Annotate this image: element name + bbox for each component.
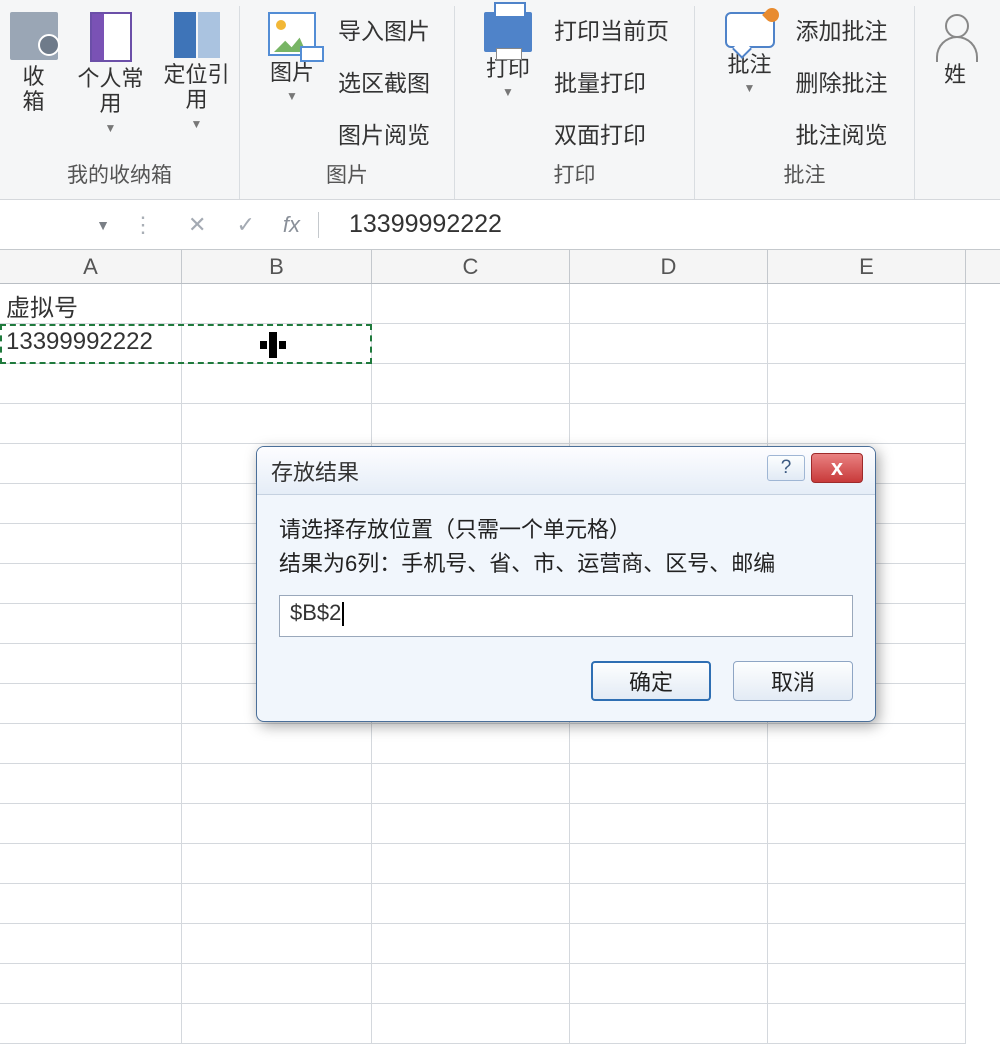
group-label: 图片 xyxy=(240,157,454,195)
formula-bar: ▼ ⋮ ✕ ✓ fx 13399992222 xyxy=(0,200,1000,250)
cell-C2[interactable] xyxy=(372,324,570,364)
name-box[interactable]: ▼ xyxy=(10,207,116,243)
view-comment[interactable]: 批注阅览 xyxy=(796,116,888,150)
print-batch[interactable]: 批量打印 xyxy=(554,64,669,98)
comment-button[interactable]: 批注 ▼ xyxy=(714,8,786,158)
dialog-title: 存放结果 xyxy=(271,455,359,487)
cancel-formula-icon[interactable]: ✕ xyxy=(188,212,206,238)
toolbox-button[interactable]: 收 箱 xyxy=(4,8,64,158)
toolbox-icon xyxy=(10,12,58,60)
cell-B1[interactable] xyxy=(182,284,372,324)
add-comment[interactable]: 添加批注 xyxy=(796,12,888,46)
comment-icon xyxy=(725,12,775,48)
name-button[interactable]: 姓 xyxy=(925,8,985,158)
dialog-text-2: 结果为6列：手机号、省、市、运营商、区号、邮编 xyxy=(279,547,853,581)
col-header-E[interactable]: E xyxy=(768,250,966,283)
print-button[interactable]: 打印 ▼ xyxy=(472,8,544,158)
dialog-close-button[interactable]: x xyxy=(811,453,863,483)
picture-button[interactable]: 图片 ▼ xyxy=(256,8,328,158)
cell-C1[interactable] xyxy=(372,284,570,324)
import-picture[interactable]: 导入图片 xyxy=(338,12,430,46)
cell-B2[interactable] xyxy=(182,324,372,364)
row-1: 虚拟号 xyxy=(0,284,1000,324)
cell-E1[interactable] xyxy=(768,284,966,324)
group-label: 我的收纳箱 xyxy=(0,157,239,195)
personal-button[interactable]: 个人常用 ▼ xyxy=(72,8,150,158)
group-label: 打印 xyxy=(455,157,694,195)
dialog-range-input[interactable]: $B$2 xyxy=(279,595,853,637)
dialog-text-1: 请选择存放位置（只需一个单元格） xyxy=(279,513,853,547)
fx-label[interactable]: fx xyxy=(283,212,319,238)
accept-formula-icon[interactable]: ✓ xyxy=(236,212,254,238)
row-2: 13399992222 xyxy=(0,324,1000,364)
col-header-D[interactable]: D xyxy=(570,250,768,283)
delete-comment[interactable]: 删除批注 xyxy=(796,64,888,98)
ribbon-group-print: 打印 ▼ 打印当前页 批量打印 双面打印 打印 xyxy=(455,6,695,199)
cell-A2[interactable]: 13399992222 xyxy=(0,324,182,364)
print-submenu: 打印当前页 批量打印 双面打印 xyxy=(552,8,677,158)
print-current[interactable]: 打印当前页 xyxy=(554,12,669,46)
notebook-icon xyxy=(90,12,132,62)
cell-A1[interactable]: 虚拟号 xyxy=(0,284,182,324)
comment-submenu: 添加批注 删除批注 批注阅览 xyxy=(794,8,896,158)
print-duplex[interactable]: 双面打印 xyxy=(554,116,669,150)
panes-icon xyxy=(174,12,220,58)
col-header-B[interactable]: B xyxy=(182,250,372,283)
formula-input[interactable]: 13399992222 xyxy=(329,210,1000,239)
ribbon-group-name: 姓 xyxy=(915,6,995,199)
person-icon xyxy=(932,12,978,58)
ribbon-group-picture: 图片 ▼ 导入图片 选区截图 图片阅览 图片 xyxy=(240,6,455,199)
separator: ⋮ xyxy=(126,212,160,238)
group-label: 批注 xyxy=(695,157,914,195)
view-picture[interactable]: 图片阅览 xyxy=(338,116,430,150)
chevron-down-icon: ▼ xyxy=(96,217,110,233)
column-headers: A B C D E xyxy=(0,250,1000,284)
result-location-dialog: 存放结果 ? x 请选择存放位置（只需一个单元格） 结果为6列：手机号、省、市、… xyxy=(256,446,876,722)
dialog-title-bar[interactable]: 存放结果 ? x xyxy=(257,447,875,495)
dialog-cancel-button[interactable]: 取消 xyxy=(733,661,853,701)
ribbon-group-favorites: 收 箱 个人常用 ▼ 定位引用 ▼ 我的收纳箱 xyxy=(0,6,240,199)
cell-D2[interactable] xyxy=(570,324,768,364)
dialog-ok-button[interactable]: 确定 xyxy=(591,661,711,701)
col-header-A[interactable]: A xyxy=(0,250,182,283)
picture-submenu: 导入图片 选区截图 图片阅览 xyxy=(336,8,438,158)
cell-D1[interactable] xyxy=(570,284,768,324)
capture-area[interactable]: 选区截图 xyxy=(338,64,430,98)
cell-E2[interactable] xyxy=(768,324,966,364)
printer-icon xyxy=(484,12,532,52)
dialog-help-button[interactable]: ? xyxy=(767,455,805,481)
col-header-C[interactable]: C xyxy=(372,250,570,283)
ribbon-group-comment: 批注 ▼ 添加批注 删除批注 批注阅览 批注 xyxy=(695,6,915,199)
ribbon: 收 箱 个人常用 ▼ 定位引用 ▼ 我的收纳箱 图片 ▼ 导入图片 xyxy=(0,0,1000,200)
locate-ref-button[interactable]: 定位引用 ▼ xyxy=(158,8,236,158)
